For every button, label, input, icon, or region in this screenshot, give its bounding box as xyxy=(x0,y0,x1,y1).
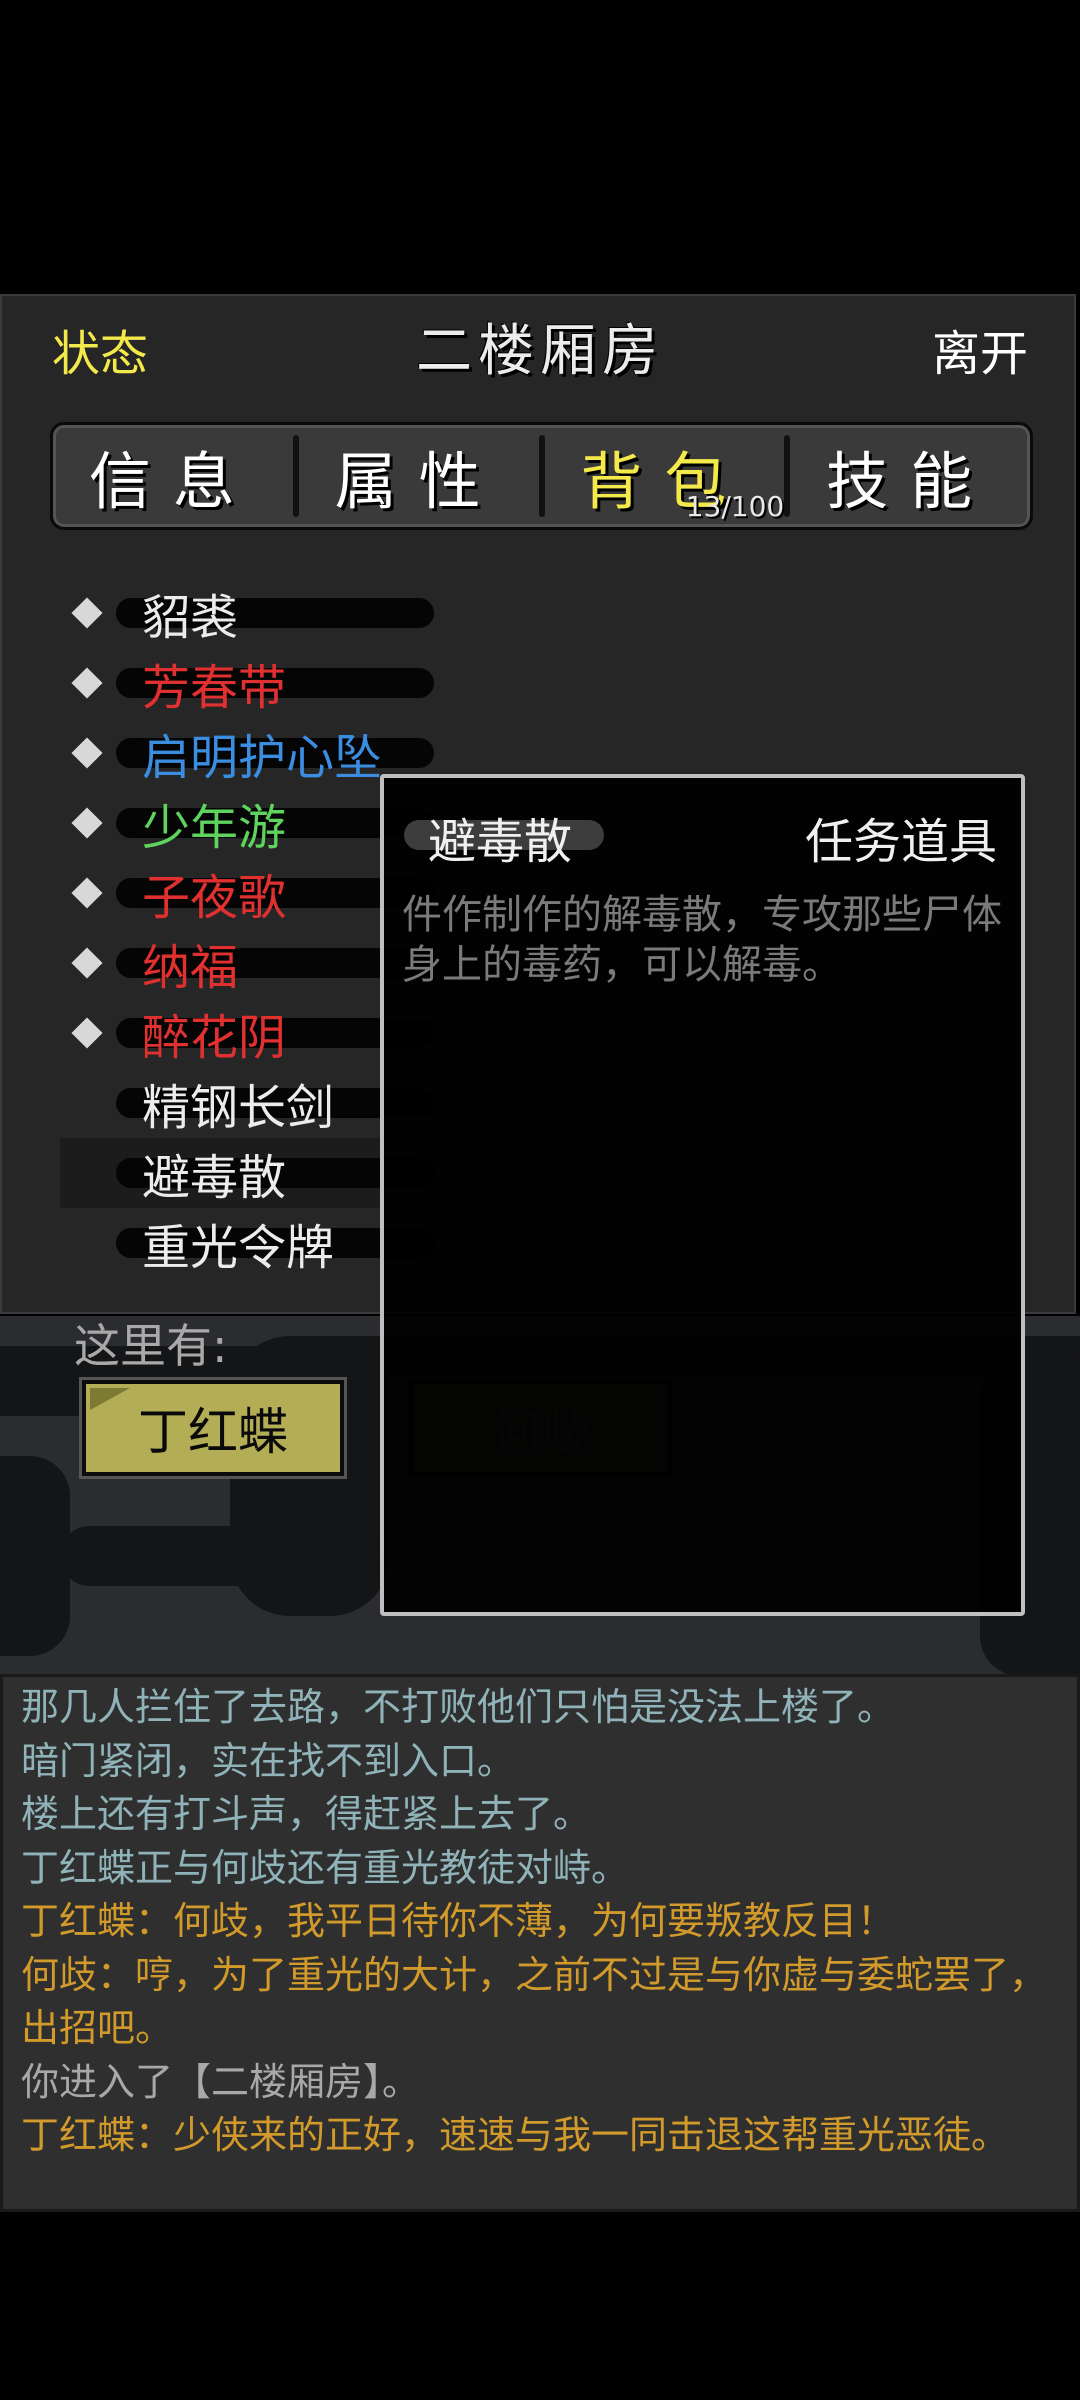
here-label: 这里有: xyxy=(74,1319,228,1373)
log-line: 丁红蝶：何歧，我平日待你不薄，为何要叛教反目！ xyxy=(21,1899,896,1943)
tab-attributes[interactable]: 属性 xyxy=(299,425,539,527)
npc-button-ding-hongdie[interactable]: 丁红蝶 xyxy=(82,1380,344,1476)
diamond-icon xyxy=(71,597,103,629)
log-line: 楼上还有打斗声，得赶紧上去了。 xyxy=(21,1792,592,1836)
log-line: 何歧：哼，为了重光的大计，之前不过是与你虚与委蛇罢了，出招吧。 xyxy=(21,1952,1048,2051)
inventory-item-name: 貂裘 xyxy=(142,590,239,646)
inventory-item-name: 子夜歌 xyxy=(142,870,287,926)
diamond-icon xyxy=(71,1017,103,1049)
inventory-item-name: 醉花阴 xyxy=(142,1010,287,1066)
inventory-item-name: 芳春带 xyxy=(142,660,287,716)
inventory-item-name: 启明护心坠 xyxy=(142,730,383,786)
log-line: 丁红蝶正与何歧还有重光教徒对峙。 xyxy=(21,1845,630,1890)
diamond-icon xyxy=(71,667,103,699)
tooltip-item-description: 件作制作的解毒散，专攻那些尸体身上的毒药，可以解毒。 xyxy=(402,892,1002,988)
tab-info[interactable]: 信息 xyxy=(53,425,293,527)
backpack-capacity: 13/100 xyxy=(685,490,785,523)
diamond-icon xyxy=(71,807,103,839)
npc-button-corner xyxy=(90,1388,130,1410)
diamond-icon xyxy=(71,947,103,979)
inventory-item-name: 重光令牌 xyxy=(142,1220,335,1276)
inventory-item-name: 避毒散 xyxy=(142,1150,287,1206)
leave-button[interactable]: 离开 xyxy=(932,314,1028,384)
diamond-icon xyxy=(71,737,103,769)
tab-info-label: 信息 xyxy=(88,445,257,518)
message-log[interactable]: 那几人拦住了去路，不打败他们只怕是没法上楼了。 暗门紧闭，实在找不到入口。楼上还有… xyxy=(0,1674,1080,2212)
log-line: 丁红蝶：少侠来的正好，速速与我一同击退这帮重光恶徒。 xyxy=(21,2113,1010,2157)
inventory-item-name: 纳福 xyxy=(142,940,239,996)
game-screen: 状态 二楼厢房 离开 信息 属性 背包 13/100 技能 貂裘 芳春带 启明护心坠… xyxy=(0,0,1080,2400)
room-title: 二楼厢房 xyxy=(416,319,664,384)
tab-backpack[interactable]: 背包 13/100 xyxy=(545,425,785,527)
tooltip-item-type: 任务道具 xyxy=(804,814,997,870)
inventory-item-name: 精钢长剑 xyxy=(142,1080,335,1136)
tab-bar: 信息 属性 背包 13/100 技能 xyxy=(50,422,1033,530)
inventory-item[interactable]: 貂裘 xyxy=(60,578,1020,648)
item-tooltip: 避毒散 任务道具 件作制作的解毒散，专攻那些尸体身上的毒药，可以解毒。 xyxy=(380,774,1025,1616)
tab-skills-label: 技能 xyxy=(826,445,995,518)
log-line: 你进入了【二楼厢房】。 xyxy=(21,2059,421,2104)
inventory-item-name: 少年游 xyxy=(142,800,287,856)
log-line: 暗门紧闭，实在找不到入口。 xyxy=(21,1738,516,1783)
tab-attributes-label: 属性 xyxy=(334,445,503,518)
npc-name: 丁红蝶 xyxy=(138,1403,288,1461)
diamond-icon xyxy=(71,877,103,909)
inventory-item[interactable]: 芳春带 xyxy=(60,648,1020,718)
log-line: 那几人拦住了去路，不打败他们只怕是没法上楼了。 xyxy=(21,1685,896,1729)
tooltip-item-name: 避毒散 xyxy=(428,814,573,870)
tab-skills[interactable]: 技能 xyxy=(790,425,1030,527)
